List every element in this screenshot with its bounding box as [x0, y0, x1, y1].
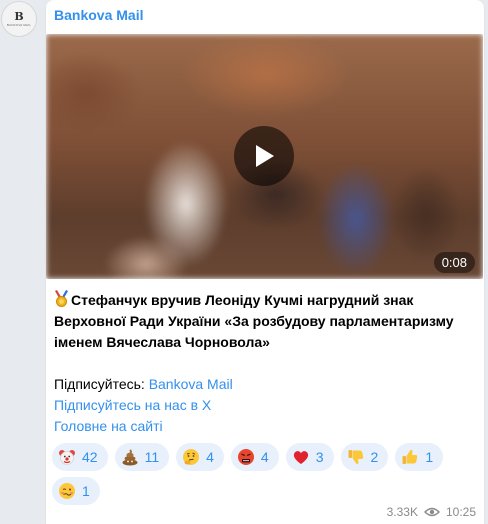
thinking-face-icon: [182, 448, 200, 466]
reaction-chip-woozy[interactable]: 1: [52, 477, 100, 505]
channel-avatar[interactable]: B BANKOVA MAIL: [1, 1, 37, 37]
video-duration: 0:08: [433, 252, 475, 273]
reaction-chip-thinking[interactable]: 4: [176, 443, 224, 471]
reaction-count: 1: [82, 483, 90, 499]
reaction-count: 42: [82, 449, 98, 465]
view-count: 3.33K: [386, 505, 418, 519]
reaction-count: 4: [260, 449, 269, 465]
eye-icon: [423, 507, 440, 517]
reaction-count: 4: [206, 449, 214, 465]
message-text: Стефанчук вручив Леоніду Кучмі нагрудний…: [54, 290, 478, 437]
subscribe-link[interactable]: Bankova Mail: [149, 376, 233, 392]
site-link[interactable]: Головне на сайті: [54, 416, 478, 437]
reaction-count: 3: [315, 449, 324, 465]
reaction-chip-thumbs-down[interactable]: 2: [340, 443, 389, 471]
avatar-letter: B: [14, 10, 24, 23]
reaction-chip-heart[interactable]: 3: [285, 443, 334, 471]
thumbs-up-icon: [401, 448, 419, 466]
reaction-count: 2: [370, 449, 379, 465]
thumbs-down-icon: [347, 448, 365, 466]
reaction-chip-thumbs-up[interactable]: 1: [395, 443, 444, 471]
clown-face-icon: [58, 448, 76, 466]
message-meta: 3.33K 10:25: [387, 505, 476, 519]
video-preview[interactable]: 0:08: [46, 34, 483, 279]
subscribe-prefix: Підписуйтесь:: [54, 376, 149, 392]
angry-cursing-face-icon: [237, 448, 255, 466]
message-bubble: Bankova Mail 0:08 Стефанчук вручив Леоні…: [46, 0, 484, 524]
channel-name[interactable]: Bankova Mail: [54, 7, 143, 23]
red-heart-icon: [292, 448, 310, 466]
reaction-count: 11: [144, 449, 160, 465]
x-link[interactable]: Підписуйтесь на нас в Х: [54, 395, 478, 416]
reactions-bar: 42 11 4 4 3 2 1 1: [52, 443, 472, 505]
medal-icon: [55, 290, 68, 307]
reaction-chip-poo[interactable]: 11: [114, 443, 170, 471]
play-button[interactable]: [234, 126, 294, 186]
woozy-face-icon: [58, 482, 76, 500]
subscribe-line: Підписуйтесь: Bankova Mail: [54, 374, 478, 395]
reaction-count: 1: [425, 449, 434, 465]
message-time: 10:25: [445, 505, 476, 519]
headline-text: Стефанчук вручив Леоніду Кучмі нагрудний…: [54, 292, 454, 350]
avatar-caption: BANKOVA MAIL: [6, 23, 32, 27]
play-icon: [256, 145, 274, 167]
reaction-chip-clown[interactable]: 42: [52, 443, 108, 471]
post-headline: Стефанчук вручив Леоніду Кучмі нагрудний…: [54, 290, 478, 353]
reaction-chip-angry[interactable]: 4: [230, 443, 279, 471]
pile-of-poo-icon: [121, 448, 139, 466]
